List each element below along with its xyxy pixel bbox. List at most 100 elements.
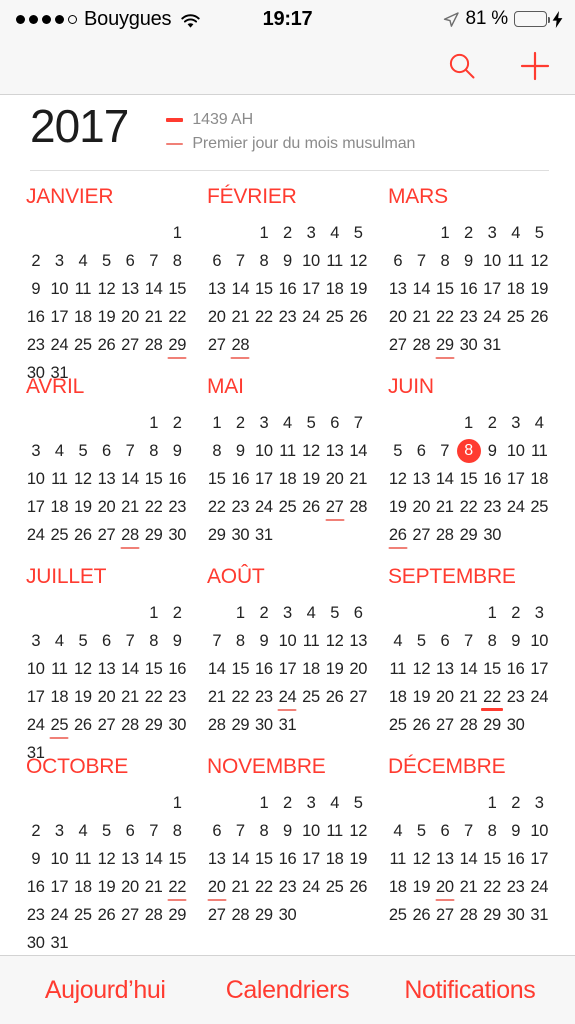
- day-cell[interactable]: 23: [457, 304, 481, 330]
- day-cell[interactable]: 15: [165, 846, 189, 872]
- day-cell[interactable]: 26: [95, 902, 119, 928]
- day-cell[interactable]: 7: [118, 628, 142, 654]
- day-cell[interactable]: 28: [205, 712, 229, 738]
- day-cell[interactable]: 1: [252, 790, 276, 816]
- day-cell[interactable]: 18: [48, 494, 72, 520]
- day-cell[interactable]: 28: [142, 902, 166, 928]
- day-cell[interactable]: 20: [346, 656, 370, 682]
- day-cell[interactable]: 17: [527, 846, 551, 872]
- day-cell[interactable]: 20: [95, 494, 119, 520]
- day-cell[interactable]: 28: [229, 902, 253, 928]
- day-cell[interactable]: 9: [276, 818, 300, 844]
- day-cell[interactable]: 28: [229, 332, 253, 359]
- day-cell[interactable]: 25: [504, 304, 528, 330]
- day-cell[interactable]: 30: [504, 902, 528, 928]
- day-cell[interactable]: 31: [527, 902, 551, 928]
- day-cell[interactable]: 24: [252, 494, 276, 520]
- day-cell[interactable]: 15: [229, 656, 253, 682]
- day-cell[interactable]: 27: [323, 494, 347, 521]
- day-cell[interactable]: 25: [299, 684, 323, 710]
- day-cell[interactable]: 18: [386, 874, 410, 900]
- day-cell[interactable]: 16: [504, 656, 528, 682]
- day-cell[interactable]: 13: [410, 466, 434, 492]
- day-cell[interactable]: 11: [48, 466, 72, 492]
- day-cell[interactable]: 2: [252, 600, 276, 626]
- day-cell[interactable]: 9: [165, 438, 189, 464]
- day-cell[interactable]: 12: [527, 248, 551, 274]
- day-cell[interactable]: 24: [48, 902, 72, 928]
- day-cell[interactable]: 4: [504, 220, 528, 246]
- day-cell[interactable]: 29: [480, 712, 504, 738]
- day-cell[interactable]: 30: [24, 360, 48, 386]
- day-cell[interactable]: 24: [504, 494, 528, 520]
- day-cell[interactable]: 6: [95, 438, 119, 464]
- day-cell[interactable]: 20: [410, 494, 434, 520]
- day-cell[interactable]: 22: [142, 684, 166, 710]
- day-cell[interactable]: 18: [71, 304, 95, 330]
- day-cell[interactable]: 12: [95, 846, 119, 872]
- day-cell[interactable]: 21: [433, 494, 457, 520]
- day-cell[interactable]: 6: [433, 628, 457, 654]
- day-cell[interactable]: 12: [323, 628, 347, 654]
- day-cell[interactable]: 3: [48, 818, 72, 844]
- day-cell[interactable]: 14: [205, 656, 229, 682]
- day-cell[interactable]: 26: [323, 684, 347, 710]
- day-cell[interactable]: 28: [142, 332, 166, 358]
- day-cell[interactable]: 1: [229, 600, 253, 626]
- day-cell[interactable]: 16: [504, 846, 528, 872]
- day-cell[interactable]: 19: [346, 276, 370, 302]
- day-cell[interactable]: 11: [71, 276, 95, 302]
- day-cell[interactable]: 9: [276, 248, 300, 274]
- day-cell[interactable]: 10: [299, 818, 323, 844]
- day-cell[interactable]: 26: [346, 304, 370, 330]
- day-cell[interactable]: 10: [504, 438, 528, 464]
- day-cell[interactable]: 8: [252, 818, 276, 844]
- day-cell[interactable]: 5: [346, 220, 370, 246]
- day-cell[interactable]: 21: [142, 304, 166, 330]
- day-cell[interactable]: 17: [24, 494, 48, 520]
- day-cell[interactable]: 23: [276, 874, 300, 900]
- day-cell[interactable]: 10: [48, 276, 72, 302]
- day-cell[interactable]: 6: [323, 410, 347, 436]
- day-cell[interactable]: 3: [480, 220, 504, 246]
- day-cell[interactable]: 19: [346, 846, 370, 872]
- day-cell[interactable]: 1: [205, 410, 229, 436]
- day-cell[interactable]: 28: [118, 522, 142, 549]
- day-cell[interactable]: 26: [299, 494, 323, 520]
- day-cell[interactable]: 1: [480, 600, 504, 626]
- day-cell[interactable]: 15: [433, 276, 457, 302]
- day-cell[interactable]: 27: [205, 902, 229, 928]
- day-cell[interactable]: 20: [433, 684, 457, 710]
- day-cell[interactable]: 13: [205, 276, 229, 302]
- day-cell[interactable]: 14: [457, 846, 481, 872]
- day-cell[interactable]: 26: [71, 712, 95, 738]
- day-cell[interactable]: 15: [205, 466, 229, 492]
- day-cell[interactable]: 1: [165, 220, 189, 246]
- day-cell[interactable]: 4: [71, 818, 95, 844]
- day-cell[interactable]: 27: [205, 332, 229, 358]
- month-block[interactable]: OCTOBRE 1 2 3 4 5 6 7 8 9 10 11 12 13 14 15 16 17 18 19 20 21…: [16, 755, 197, 952]
- day-cell[interactable]: 5: [95, 818, 119, 844]
- day-cell[interactable]: 16: [229, 466, 253, 492]
- day-cell[interactable]: 3: [527, 600, 551, 626]
- month-block[interactable]: AVRIL 1 2 3 4 5 6 7 8 9 10 11 12 13 14 15 16 17 18 19 20 21 22…: [16, 375, 197, 565]
- day-cell[interactable]: 9: [165, 628, 189, 654]
- day-cell[interactable]: 11: [528, 438, 552, 464]
- day-cell[interactable]: 8: [252, 248, 276, 274]
- day-cell[interactable]: 28: [410, 332, 434, 358]
- day-cell[interactable]: 2: [165, 410, 189, 436]
- day-cell[interactable]: 16: [481, 466, 505, 492]
- day-cell[interactable]: 20: [95, 684, 119, 710]
- day-cell[interactable]: 7: [205, 628, 229, 654]
- day-cell[interactable]: 5: [323, 600, 347, 626]
- day-cell[interactable]: 9: [504, 818, 528, 844]
- day-cell[interactable]: 17: [480, 276, 504, 302]
- day-cell[interactable]: 8: [480, 628, 504, 654]
- month-block[interactable]: FÉVRIER 1 2 3 4 5 6 7 8 9 10 11 12 13 14 15 16 17 18 19 20 21…: [197, 185, 378, 375]
- day-cell[interactable]: 27: [118, 332, 142, 358]
- day-cell[interactable]: 3: [24, 438, 48, 464]
- day-cell[interactable]: 25: [386, 902, 410, 928]
- day-cell[interactable]: 12: [71, 656, 95, 682]
- day-cell[interactable]: 18: [504, 276, 528, 302]
- day-cell[interactable]: 26: [346, 874, 370, 900]
